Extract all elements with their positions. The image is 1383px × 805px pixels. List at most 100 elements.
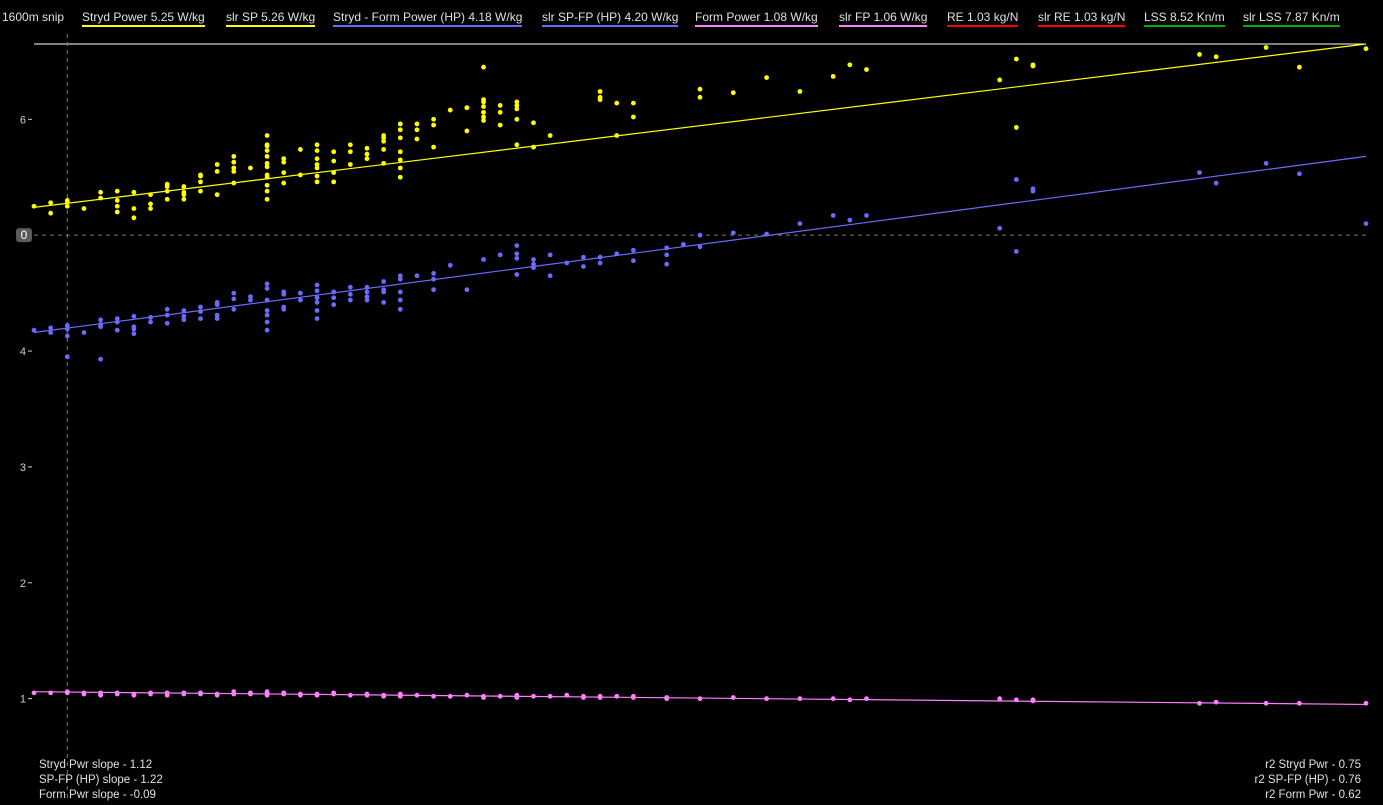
data-point	[231, 306, 237, 312]
data-point	[1030, 697, 1036, 703]
data-point	[514, 255, 520, 261]
data-point	[614, 251, 620, 257]
data-point	[730, 230, 736, 236]
data-point	[214, 691, 220, 697]
data-point	[298, 172, 303, 178]
data-point	[1197, 170, 1202, 176]
data-point	[231, 180, 237, 186]
data-point	[331, 170, 337, 176]
data-point	[631, 695, 636, 700]
data-point	[148, 192, 153, 198]
data-point	[464, 692, 470, 698]
data-point	[381, 138, 387, 144]
data-point	[1297, 700, 1302, 706]
data-point	[581, 254, 586, 260]
data-point	[214, 169, 220, 174]
data-point	[347, 142, 353, 148]
data-point	[597, 94, 603, 100]
data-point	[597, 89, 603, 94]
data-point	[298, 692, 303, 698]
data-point	[264, 281, 270, 287]
data-point	[481, 97, 486, 103]
data-point	[997, 225, 1003, 231]
data-point	[314, 295, 320, 301]
data-point	[364, 156, 370, 162]
legend-item-slr-sp[interactable]: slr SP 5.26 W/kg	[226, 10, 316, 27]
data-point	[514, 251, 520, 257]
data-point	[331, 302, 337, 308]
data-point	[864, 696, 869, 702]
legend-item-lss[interactable]: LSS 8.52 Kn/m	[1144, 10, 1225, 27]
data-point	[1213, 699, 1219, 705]
data-point	[547, 133, 553, 138]
stat-r2-sp-fp: r2 SP-FP (HP) - 0.76	[1254, 774, 1361, 786]
data-point	[1013, 125, 1019, 130]
legend-item-stryd-power[interactable]: Stryd Power 5.25 W/kg	[82, 10, 205, 27]
data-point	[1297, 64, 1302, 70]
data-point	[248, 165, 253, 171]
data-point	[614, 693, 620, 699]
data-point	[381, 147, 387, 152]
data-point	[397, 149, 403, 155]
data-point	[481, 257, 486, 262]
data-point	[1197, 700, 1202, 706]
data-point	[314, 156, 320, 162]
data-point	[114, 188, 120, 194]
data-point	[298, 290, 303, 296]
data-point	[314, 308, 320, 313]
data-point	[81, 206, 87, 211]
data-point	[214, 162, 220, 167]
data-point	[31, 690, 37, 696]
legend-item-slr-fp[interactable]: slr FP 1.06 W/kg	[839, 10, 928, 27]
data-point	[431, 271, 436, 276]
data-point	[231, 159, 237, 165]
data-point	[481, 104, 486, 109]
data-point	[331, 295, 337, 301]
data-point	[364, 692, 370, 698]
data-point	[997, 77, 1003, 83]
data-point	[314, 299, 320, 305]
y-tick-label: 0	[21, 228, 28, 242]
data-point	[431, 144, 436, 150]
data-point	[697, 86, 703, 92]
data-point	[264, 312, 270, 318]
data-point	[281, 291, 287, 297]
data-point	[631, 258, 636, 264]
data-point	[631, 247, 636, 253]
data-point	[864, 67, 869, 72]
legend-item-slr-sp-fp[interactable]: slr SP-FP (HP) 4.20 W/kg	[542, 10, 679, 27]
data-point	[431, 287, 436, 293]
data-point	[98, 189, 103, 195]
data-point	[697, 94, 703, 100]
data-point	[98, 356, 103, 362]
data-point	[447, 693, 453, 699]
data-point	[1363, 221, 1369, 226]
data-point	[314, 148, 320, 153]
data-point	[98, 324, 103, 330]
data-point	[314, 165, 320, 171]
data-point	[531, 257, 536, 262]
data-point	[64, 354, 70, 360]
grid-layer	[34, 34, 1366, 800]
data-point	[1013, 56, 1019, 62]
data-point	[231, 153, 237, 159]
data-point	[381, 160, 387, 166]
data-point	[497, 122, 503, 128]
legend-item-stryd-form-power[interactable]: Stryd - Form Power (HP) 4.18 W/kg	[333, 10, 523, 27]
legend-item-slr-re[interactable]: slr RE 1.03 kg/N	[1038, 10, 1126, 27]
legend-item-re[interactable]: RE 1.03 kg/N	[947, 10, 1019, 27]
data-point	[231, 296, 237, 302]
data-point	[514, 116, 520, 122]
data-point	[181, 313, 187, 319]
data-point	[281, 691, 287, 697]
data-point	[364, 145, 370, 151]
data-point	[114, 203, 120, 209]
data-point	[264, 174, 270, 180]
legend-item-slr-lss[interactable]: slr LSS 7.87 Kn/m	[1243, 10, 1340, 27]
data-point	[164, 181, 170, 187]
data-point	[397, 273, 403, 279]
data-point	[114, 198, 120, 203]
data-point	[114, 316, 120, 322]
data-point	[697, 244, 703, 250]
legend-item-form-power[interactable]: Form Power 1.08 W/kg	[695, 10, 818, 27]
